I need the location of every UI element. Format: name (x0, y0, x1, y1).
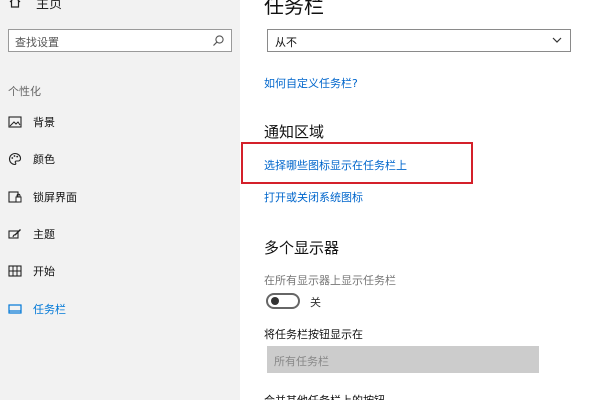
show-buttons-on-select[interactable]: 所有任务栏 (267, 346, 539, 373)
sidebar-item-label: 开始 (33, 265, 55, 278)
system-icons-link[interactable]: 打开或关闭系统图标 (264, 189, 363, 205)
sidebar-item-label: 任务栏 (33, 303, 66, 316)
search-input[interactable]: 查找设置 (8, 29, 232, 52)
home-icon (9, 0, 21, 8)
notification-area-heading: 通知区域 (264, 123, 325, 141)
palette-icon (8, 152, 22, 166)
sidebar-item-label: 颜色 (33, 153, 55, 166)
toggle-knob (271, 297, 279, 305)
show-on-all-displays-toggle[interactable] (266, 293, 300, 309)
picture-icon (8, 115, 22, 129)
sidebar-item-background[interactable]: 背景 (8, 113, 55, 131)
start-grid-icon (8, 264, 22, 278)
multiple-displays-heading: 多个显示器 (264, 239, 340, 257)
combine-buttons-select[interactable]: 从不 (267, 29, 571, 52)
lockscreen-icon (8, 190, 22, 204)
select-value: 从不 (275, 36, 297, 49)
chevron-down-icon (552, 37, 562, 43)
page-title: 任务栏 (264, 0, 324, 18)
section-title-personalization: 个性化 (8, 85, 41, 98)
toggle-state-label: 关 (310, 296, 321, 309)
sidebar-item-home[interactable]: 主页 (8, 0, 62, 12)
search-placeholder: 查找设置 (15, 36, 59, 49)
show-on-all-displays-label: 在所有显示器上显示任务栏 (264, 274, 396, 287)
sidebar-item-label: 主页 (36, 0, 63, 12)
sidebar-item-themes[interactable]: 主题 (8, 225, 55, 243)
combine-other-taskbars-label: 合并其他任务栏上的按钮 (264, 392, 385, 400)
search-icon (213, 35, 224, 46)
sidebar: 主页 查找设置 个性化 背景 颜色 锁屏界面 主题 开始 任务栏 (0, 0, 240, 400)
sidebar-item-start[interactable]: 开始 (8, 262, 55, 280)
sidebar-item-label: 锁屏界面 (33, 191, 77, 204)
sidebar-item-label: 背景 (33, 116, 55, 129)
show-buttons-on-label: 将任务栏按钮显示在 (264, 328, 363, 341)
brush-icon (8, 227, 22, 241)
select-value: 所有任务栏 (274, 355, 329, 368)
customize-taskbar-link[interactable]: 如何自定义任务栏? (264, 75, 358, 91)
main-content: 任务栏 从不 如何自定义任务栏? 通知区域 选择哪些图标显示在任务栏上 打开或关… (240, 0, 600, 400)
sidebar-item-taskbar[interactable]: 任务栏 (8, 300, 66, 318)
sidebar-item-label: 主题 (33, 228, 55, 241)
sidebar-item-colors[interactable]: 颜色 (8, 150, 55, 168)
taskbar-icon (8, 302, 22, 316)
highlight-box (241, 142, 473, 184)
sidebar-item-lockscreen[interactable]: 锁屏界面 (8, 188, 77, 206)
